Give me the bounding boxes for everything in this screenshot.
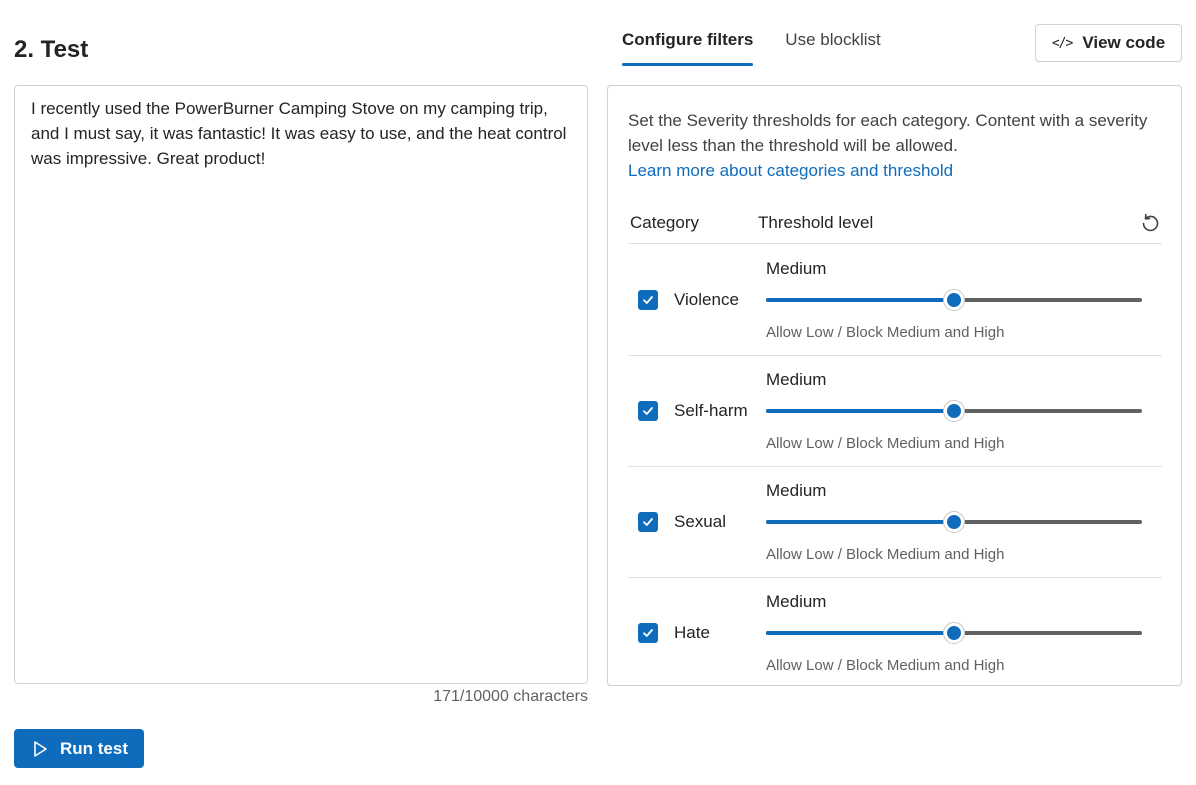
threshold-level: Medium	[766, 592, 827, 611]
checkbox-violence[interactable]	[638, 290, 658, 310]
threshold-level: Medium	[766, 481, 827, 500]
filter-panel: Set the Severity thresholds for each cat…	[607, 85, 1182, 686]
threshold-hint: Allow Low / Block Medium and High	[766, 435, 1005, 452]
view-code-button[interactable]: </> View code	[1035, 24, 1182, 62]
checkmark-icon	[643, 296, 653, 304]
code-icon: </>	[1051, 35, 1074, 51]
checkmark-icon	[643, 407, 653, 415]
threshold-level: Medium	[766, 259, 827, 278]
threshold-slider-hate[interactable]	[766, 622, 1142, 644]
checkmark-icon	[643, 629, 653, 637]
slider-thumb[interactable]	[943, 622, 965, 644]
slider-thumb[interactable]	[943, 511, 965, 533]
category-label: Self-harm	[674, 401, 748, 420]
test-text-input[interactable]: I recently used the PowerBurner Camping …	[14, 85, 588, 684]
column-header-category: Category	[630, 213, 699, 232]
slider-thumb[interactable]	[943, 400, 965, 422]
threshold-hint: Allow Low / Block Medium and High	[766, 546, 1005, 563]
threshold-hint: Allow Low / Block Medium and High	[766, 324, 1005, 341]
threshold-slider-self-harm[interactable]	[766, 400, 1142, 422]
checkbox-hate[interactable]	[638, 623, 658, 643]
threshold-slider-violence[interactable]	[766, 289, 1142, 311]
threshold-hint: Allow Low / Block Medium and High	[766, 657, 1005, 674]
category-row-violence: Violence Medium Allow Low / Block Medium…	[628, 245, 1162, 356]
category-label: Violence	[674, 290, 739, 309]
panel-description: Set the Severity thresholds for each cat…	[628, 111, 1148, 155]
page-title: 2. Test	[14, 36, 89, 63]
reset-icon[interactable]	[1138, 210, 1162, 234]
column-header-threshold: Threshold level	[758, 213, 874, 232]
learn-more-link[interactable]: Learn more about categories and threshol…	[628, 158, 953, 183]
view-code-label: View code	[1082, 33, 1166, 52]
category-row-self-harm: Self-harm Medium Allow Low / Block Mediu…	[628, 356, 1162, 467]
category-row-hate: Hate Medium Allow Low / Block Medium and…	[628, 578, 1162, 689]
tab-configure-filters[interactable]: Configure filters	[622, 30, 754, 66]
threshold-level: Medium	[766, 370, 827, 389]
tab-use-blocklist[interactable]: Use blocklist	[785, 30, 880, 66]
run-test-button[interactable]: Run test	[14, 729, 144, 768]
category-row-sexual: Sexual Medium Allow Low / Block Medium a…	[628, 467, 1162, 578]
slider-thumb[interactable]	[943, 289, 965, 311]
threshold-slider-sexual[interactable]	[766, 511, 1142, 533]
play-icon	[34, 740, 47, 757]
category-label: Sexual	[674, 512, 726, 531]
checkbox-self-harm[interactable]	[638, 401, 658, 421]
checkbox-sexual[interactable]	[638, 512, 658, 532]
character-count: 171/10000 characters	[433, 688, 588, 705]
filter-tabs: Configure filters Use blocklist	[622, 30, 881, 66]
category-label: Hate	[674, 623, 710, 642]
table-header: Category Threshold level	[628, 200, 1162, 244]
checkmark-icon	[643, 518, 653, 526]
run-test-label: Run test	[60, 738, 128, 758]
